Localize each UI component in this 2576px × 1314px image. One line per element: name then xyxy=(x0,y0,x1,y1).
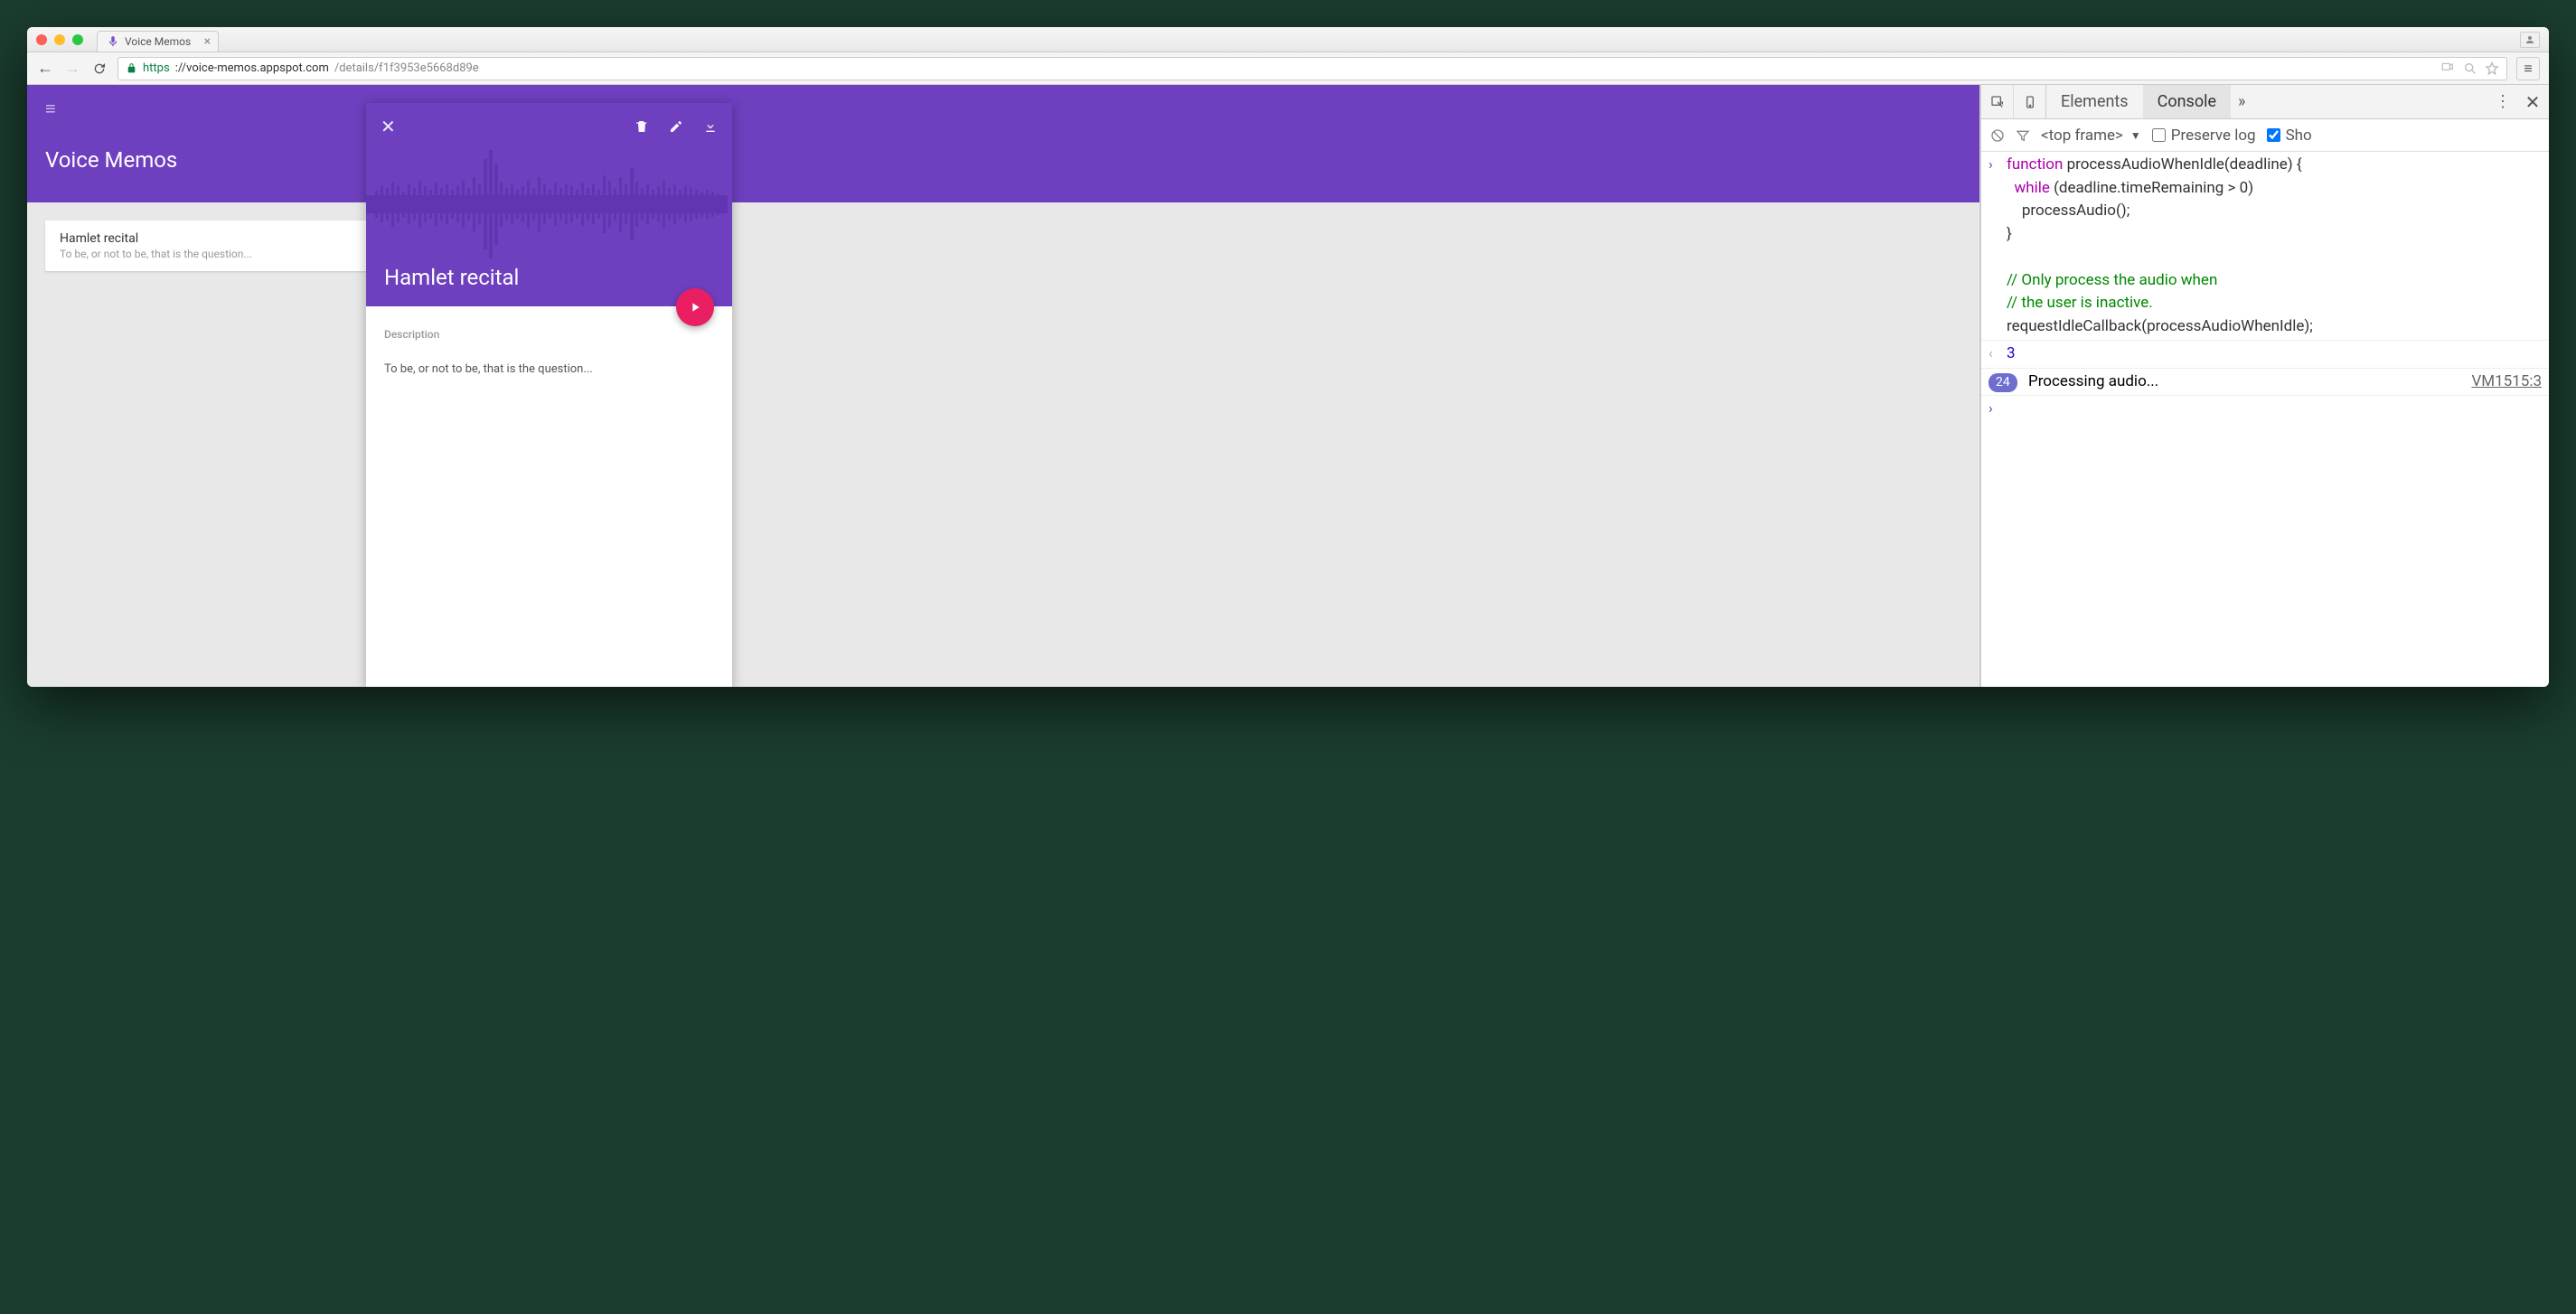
console-toolbar: <top frame> ▼ Preserve log Sho xyxy=(1981,119,2549,152)
memo-detail-panel: ✕ Hamlet recital xyxy=(366,103,732,687)
description-label: Description xyxy=(384,328,714,341)
preserve-log-checkbox[interactable]: Preserve log xyxy=(2152,127,2256,145)
memo-title: Hamlet recital xyxy=(60,231,356,246)
preserve-log-label: Preserve log xyxy=(2171,127,2256,145)
close-window-button[interactable] xyxy=(36,34,47,45)
detail-header: ✕ Hamlet recital xyxy=(366,103,732,306)
browser-window: Voice Memos × ← → https ://voice-memos.ap… xyxy=(27,27,2549,687)
reload-button[interactable] xyxy=(90,60,108,78)
waveform xyxy=(366,141,728,267)
result-icon: ‹ xyxy=(1988,343,1993,364)
console-log-row: 24 Processing audio... VM1515:3 xyxy=(1981,369,2549,397)
memo-card[interactable]: Hamlet recital To be, or not to be, that… xyxy=(45,221,371,271)
prompt-icon: › xyxy=(1988,154,1993,175)
download-icon[interactable] xyxy=(703,119,718,134)
more-tabs-button[interactable]: » xyxy=(2231,92,2252,111)
result-value: 3 xyxy=(2007,344,2016,362)
tab-strip: Voice Memos × xyxy=(97,27,219,52)
log-count-badge: 24 xyxy=(1988,373,2017,392)
preserve-log-input[interactable] xyxy=(2152,128,2166,142)
device-mode-button[interactable] xyxy=(2014,85,2046,118)
memo-list: Hamlet recital To be, or not to be, that… xyxy=(27,202,1979,289)
browser-tab[interactable]: Voice Memos × xyxy=(97,31,219,52)
frame-selector[interactable]: <top frame> ▼ xyxy=(2041,127,2141,145)
devtools-panel: Elements Console » ⋮ ✕ <top frame> ▼ xyxy=(1979,85,2549,687)
show-checkbox[interactable]: Sho xyxy=(2267,127,2312,145)
star-icon[interactable] xyxy=(2485,61,2499,76)
console-prompt-row[interactable]: › xyxy=(1981,396,2549,399)
description-text: To be, or not to be, that is the questio… xyxy=(384,362,714,376)
titlebar: Voice Memos × xyxy=(27,27,2549,52)
url-path: /details/f1f3953e5668d89e xyxy=(334,61,479,75)
window-controls xyxy=(36,34,83,45)
clear-console-icon[interactable] xyxy=(1990,128,2005,143)
show-input[interactable] xyxy=(2267,128,2280,142)
devtools-tabbar: Elements Console » ⋮ ✕ xyxy=(1981,85,2549,119)
camera-icon[interactable] xyxy=(2440,61,2456,76)
url-host: ://voice-memos.appspot.com xyxy=(175,61,329,75)
tab-title: Voice Memos xyxy=(125,35,191,48)
detail-actions xyxy=(635,119,718,134)
detail-body: Description To be, or not to be, that is… xyxy=(366,306,732,398)
url-protocol: https xyxy=(143,61,170,75)
console-result-row: ‹ 3 xyxy=(1981,341,2549,369)
delete-icon[interactable] xyxy=(635,119,649,134)
maximize-window-button[interactable] xyxy=(72,34,83,45)
inspect-element-button[interactable] xyxy=(1981,85,2014,118)
lock-icon xyxy=(126,62,137,74)
memo-subtitle: To be, or not to be, that is the questio… xyxy=(60,248,356,260)
edit-icon[interactable] xyxy=(669,119,683,134)
devtools-menu-button[interactable]: ⋮ xyxy=(2489,92,2516,111)
url-bar[interactable]: https ://voice-memos.appspot.com/details/… xyxy=(118,57,2507,80)
code-block: function processAudioWhenIdle(deadline) … xyxy=(2007,154,2542,338)
show-label: Sho xyxy=(2286,127,2312,145)
console-body: › function processAudioWhenIdle(deadline… xyxy=(1981,152,2549,687)
detail-title: Hamlet recital xyxy=(384,265,519,290)
frame-name: <top frame> xyxy=(2041,127,2123,145)
close-icon[interactable]: ✕ xyxy=(381,116,396,137)
app-title: Voice Memos xyxy=(45,147,1961,173)
voice-memos-app: ≡ Voice Memos Hamlet recital To be, or n… xyxy=(27,85,1979,687)
close-tab-icon[interactable]: × xyxy=(204,34,211,49)
tab-console[interactable]: Console xyxy=(2143,85,2231,118)
content-area: ≡ Voice Memos Hamlet recital To be, or n… xyxy=(27,85,2549,687)
browser-toolbar: ← → https ://voice-memos.appspot.com/deta… xyxy=(27,52,2549,85)
browser-menu-button[interactable]: ≡ xyxy=(2516,57,2540,80)
devtools-close-button[interactable]: ✕ xyxy=(2516,91,2549,113)
minimize-window-button[interactable] xyxy=(54,34,65,45)
back-button[interactable]: ← xyxy=(36,60,54,78)
url-bar-actions xyxy=(2440,61,2499,76)
forward-button[interactable]: → xyxy=(63,60,81,78)
app-header: ≡ Voice Memos xyxy=(27,85,1979,202)
log-message: Processing audio... xyxy=(2028,372,2158,390)
play-button[interactable] xyxy=(676,288,714,326)
chevron-down-icon: ▼ xyxy=(2130,129,2141,142)
zoom-icon[interactable] xyxy=(2463,61,2477,76)
filter-icon[interactable] xyxy=(2016,128,2030,143)
prompt-icon: › xyxy=(1988,398,1993,419)
console-input-row: › function processAudioWhenIdle(deadline… xyxy=(1981,152,2549,341)
tab-elements[interactable]: Elements xyxy=(2046,85,2143,118)
profile-button[interactable] xyxy=(2520,32,2540,48)
microphone-icon xyxy=(107,35,119,48)
log-source-link[interactable]: VM1515:3 xyxy=(2471,371,2542,394)
hamburger-icon[interactable]: ≡ xyxy=(45,98,67,120)
